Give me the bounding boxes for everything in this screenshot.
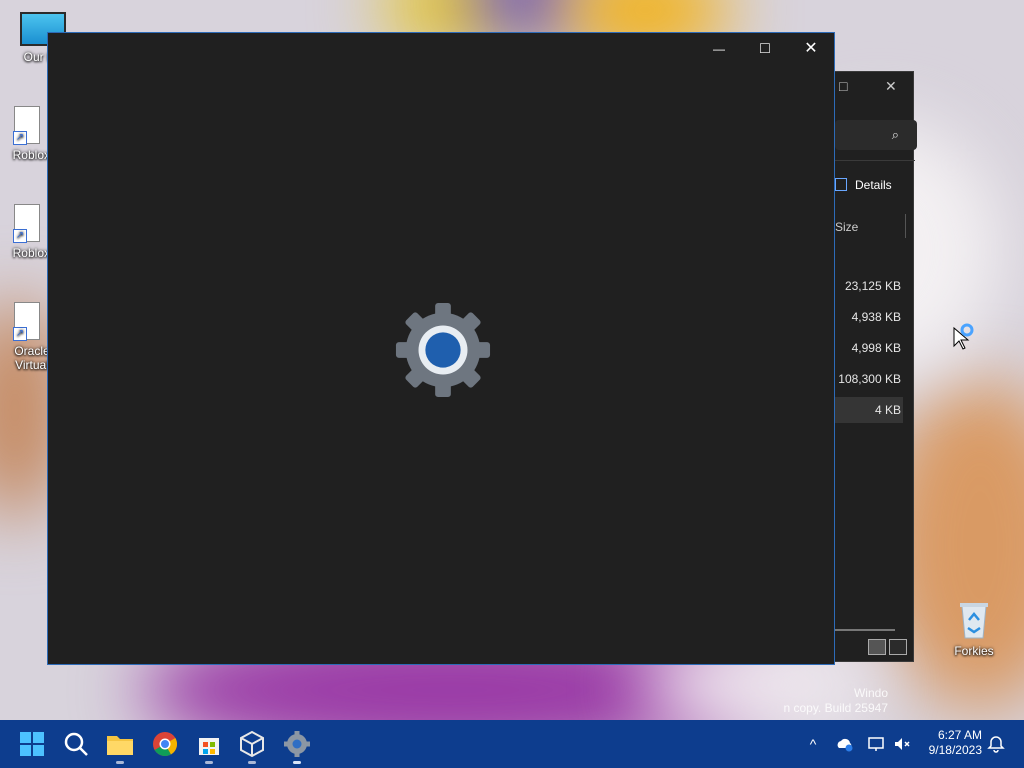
settings-button[interactable]	[281, 728, 313, 764]
desktop-icon-label: Forkies	[954, 644, 994, 658]
desktop-icon-recycle-bin[interactable]: Forkies	[937, 598, 1011, 658]
search-icon: ⌕	[891, 127, 899, 142]
taskbar: ^ 6:27 AM 9/18/2023	[0, 720, 1024, 768]
search-button[interactable]	[60, 728, 92, 760]
column-separator[interactable]	[905, 214, 906, 238]
windows-build-watermark: Windo n copy. Build 25947	[768, 686, 888, 716]
tiles-view-button[interactable]	[889, 639, 907, 655]
horizontal-scrollbar[interactable]	[835, 629, 895, 631]
clock-date: 9/18/2023	[928, 743, 982, 757]
explorer-maximize-button[interactable]: □	[839, 78, 847, 94]
details-label: Details	[855, 178, 892, 192]
settings-gear-icon	[395, 302, 491, 398]
maximize-button[interactable]: □	[742, 33, 788, 65]
file-row[interactable]: 108,300 KB	[835, 366, 903, 392]
mouse-cursor-icon	[953, 323, 974, 350]
details-view-button[interactable]	[868, 639, 886, 655]
start-icon	[20, 732, 44, 756]
shortcut-file-icon: ↗	[13, 204, 40, 243]
show-hidden-icons-button[interactable]: ^	[804, 735, 822, 753]
file-explorer-icon	[107, 736, 133, 755]
settings-icon	[284, 731, 310, 757]
shortcut-file-icon: ↗	[13, 302, 40, 341]
view-toggle	[865, 639, 907, 658]
watermark-line: Windo	[853, 686, 888, 700]
start-button[interactable]	[16, 728, 48, 760]
minimize-button[interactable]: —	[696, 33, 742, 65]
settings-window[interactable]: — □ ✕	[47, 32, 835, 665]
network-icon[interactable]	[867, 735, 885, 753]
store-icon	[199, 738, 219, 755]
file-row-selected[interactable]: 4 KB	[835, 397, 903, 423]
virtualbox-icon	[240, 730, 264, 758]
shortcut-file-icon: ↗	[13, 106, 40, 145]
explorer-close-button[interactable]: ✕	[885, 78, 897, 95]
store-button[interactable]	[193, 728, 225, 764]
chrome-icon	[153, 732, 178, 757]
details-pane-icon	[835, 178, 847, 191]
virtualbox-button[interactable]	[236, 728, 268, 764]
notification-bell-icon[interactable]	[987, 735, 1005, 753]
chrome-button[interactable]	[149, 728, 181, 760]
file-row[interactable]: 4,998 KB	[835, 335, 903, 361]
explorer-search-box[interactable]: ⌕	[835, 120, 917, 150]
onedrive-icon[interactable]	[836, 735, 854, 753]
details-button[interactable]: Details	[835, 178, 892, 192]
search-icon	[64, 732, 88, 756]
volume-muted-icon[interactable]	[893, 735, 911, 753]
clock-time: 6:27 AM	[937, 728, 982, 742]
column-header-size[interactable]: Size	[835, 220, 858, 234]
watermark-line: n copy. Build 25947	[783, 701, 888, 715]
file-row[interactable]: 4,938 KB	[835, 304, 903, 330]
system-clock[interactable]: 6:27 AM 9/18/2023	[920, 728, 982, 758]
recycle-bin-icon	[960, 603, 988, 639]
file-explorer-button[interactable]	[104, 728, 136, 764]
close-button[interactable]: ✕	[788, 33, 834, 65]
file-row[interactable]: 23,125 KB	[835, 273, 903, 299]
